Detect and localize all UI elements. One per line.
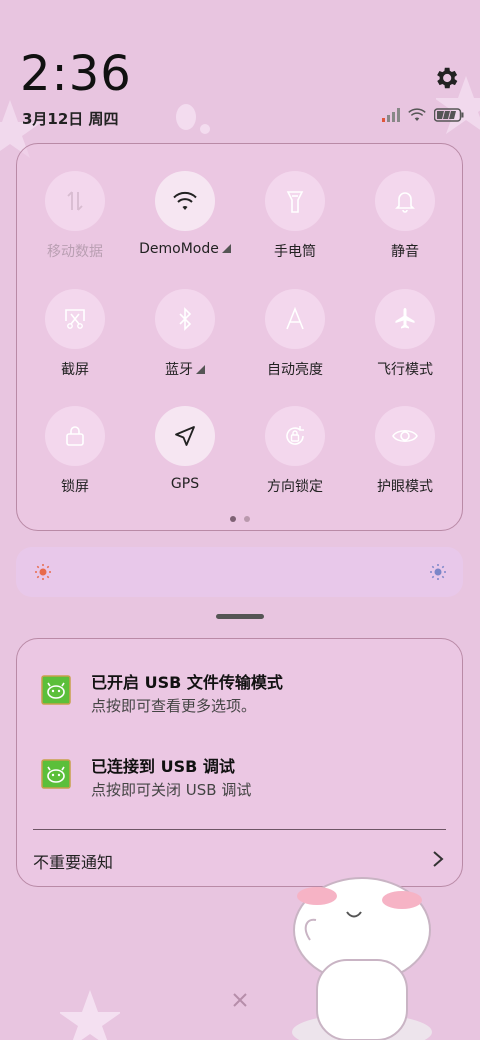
tile-label: 护眼模式: [377, 479, 433, 495]
wallpaper-character: [292, 877, 432, 1040]
android-app-icon: [41, 675, 71, 705]
clock-time[interactable]: 2:36: [20, 46, 132, 102]
tile-lock-screen[interactable]: 锁屏: [25, 406, 125, 496]
tile-gps[interactable]: GPS: [135, 406, 235, 492]
notification-subtitle: 点按即可关闭 USB 调试: [91, 781, 252, 799]
tile-label: 移动数据: [47, 244, 103, 260]
bluetooth-icon: [179, 307, 192, 331]
tile-eye-care-button[interactable]: [375, 406, 435, 466]
rotation-lock-icon: [286, 426, 304, 445]
date-label[interactable]: 3月12日 周四: [22, 108, 119, 129]
tile-label: 手电筒: [274, 244, 316, 260]
clear-all-icon[interactable]: [230, 990, 250, 1010]
background-bubble: [200, 124, 210, 134]
bell-icon: [395, 192, 415, 213]
tile-rotation-lock-button[interactable]: [265, 406, 325, 466]
location-arrow-icon: [175, 426, 195, 446]
tile-rotation-lock[interactable]: 方向锁定: [245, 406, 345, 496]
tile-silent[interactable]: 静音: [355, 171, 455, 261]
status-icons: [382, 108, 464, 122]
signal-icon: [382, 108, 400, 122]
tile-gps-button[interactable]: [155, 406, 215, 466]
page-dot[interactable]: [243, 516, 250, 522]
tile-label: 蓝牙: [135, 359, 235, 379]
tile-airplane[interactable]: 飞行模式: [355, 289, 455, 379]
notification-title: 已开启 USB 文件传输模式: [91, 673, 283, 692]
background-star-decoration: [60, 990, 120, 1040]
tile-flashlight[interactable]: 手电筒: [245, 171, 345, 261]
quick-settings-panel: 移动数据 DemoMode 手电筒 静音 截屏 蓝牙 自动亮度 飞行模式 锁屏 …: [16, 143, 463, 531]
page-indicator: [17, 507, 462, 526]
tile-wifi-button[interactable]: [155, 171, 215, 231]
tile-auto-brightness-button[interactable]: [265, 289, 325, 349]
page-dot-active[interactable]: [229, 516, 236, 522]
settings-gear-icon[interactable]: [432, 64, 460, 92]
expand-triangle-icon[interactable]: [196, 365, 205, 374]
tile-label: 截屏: [61, 362, 89, 378]
auto-brightness-icon: [286, 307, 304, 330]
tile-label: DemoMode: [135, 241, 235, 257]
flashlight-icon: [286, 191, 304, 213]
lock-icon: [66, 426, 84, 446]
minor-notifications-label: 不重要通知: [33, 853, 114, 872]
tile-mobile-data-button[interactable]: [45, 171, 105, 231]
tile-label: 锁屏: [61, 479, 89, 495]
tile-auto-brightness[interactable]: 自动亮度: [245, 289, 345, 379]
tile-airplane-button[interactable]: [375, 289, 435, 349]
brightness-slider[interactable]: [16, 547, 463, 597]
tile-mobile-data[interactable]: 移动数据: [25, 171, 125, 261]
eye-icon: [392, 429, 418, 443]
divider: [33, 829, 446, 830]
notification-title: 已连接到 USB 调试: [91, 757, 235, 776]
notification-usb-transfer[interactable]: 已开启 USB 文件传输模式 点按即可查看更多选项。: [17, 661, 462, 721]
tile-bluetooth-button[interactable]: [155, 289, 215, 349]
screenshot-icon: [65, 309, 85, 329]
tile-label: 静音: [391, 244, 419, 260]
tile-label: 飞行模式: [377, 362, 433, 378]
tile-wifi[interactable]: DemoMode: [135, 171, 235, 257]
tile-flashlight-button[interactable]: [265, 171, 325, 231]
android-app-icon: [41, 759, 71, 789]
tile-lock-screen-button[interactable]: [45, 406, 105, 466]
tile-label: 方向锁定: [267, 479, 323, 495]
background-bubble: [176, 104, 196, 130]
brightness-low-icon: [35, 564, 51, 580]
drag-handle[interactable]: [216, 614, 264, 619]
notification-usb-debugging[interactable]: 已连接到 USB 调试 点按即可关闭 USB 调试: [17, 745, 462, 805]
expand-triangle-icon[interactable]: [221, 244, 231, 253]
tile-screenshot[interactable]: 截屏: [25, 289, 125, 379]
airplane-icon: [395, 308, 415, 329]
notification-panel: 已开启 USB 文件传输模式 点按即可查看更多选项。 已连接到 USB 调试 点…: [16, 638, 463, 887]
battery-icon: [434, 108, 464, 122]
tile-screenshot-button[interactable]: [45, 289, 105, 349]
tile-label: 自动亮度: [267, 362, 323, 378]
notification-subtitle: 点按即可查看更多选项。: [91, 697, 257, 715]
tile-silent-button[interactable]: [375, 171, 435, 231]
tile-eye-care[interactable]: 护眼模式: [355, 406, 455, 496]
tile-bluetooth[interactable]: 蓝牙: [135, 289, 235, 379]
wifi-icon: [173, 191, 197, 210]
brightness-high-icon: [430, 564, 446, 580]
tile-label: GPS: [170, 476, 200, 492]
mobile-data-icon: [67, 191, 83, 211]
wifi-status-icon: [408, 108, 426, 121]
